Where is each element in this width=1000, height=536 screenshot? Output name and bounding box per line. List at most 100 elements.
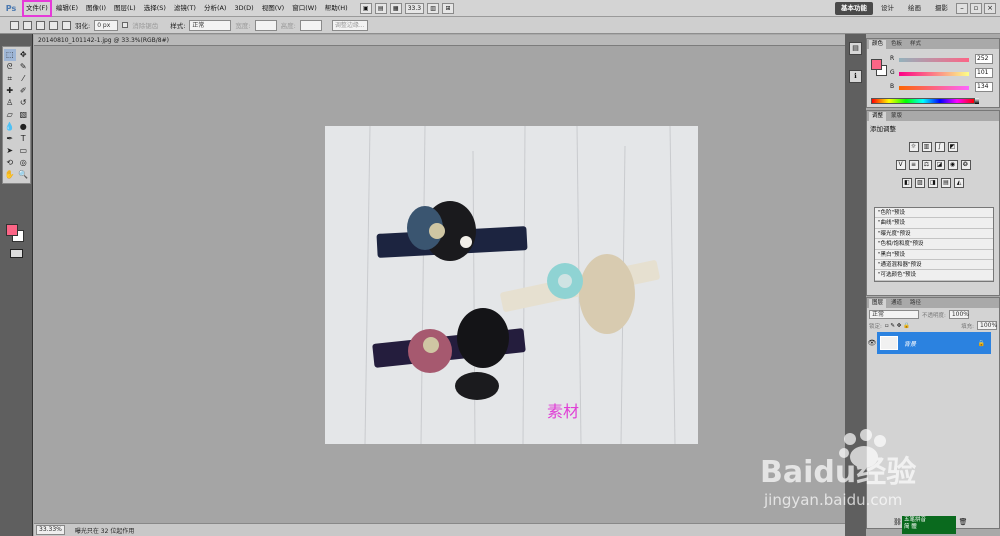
layer-name[interactable]: 背景 [904, 339, 916, 348]
history-panel-icon[interactable]: ▤ [849, 42, 862, 55]
workspace-design[interactable]: 设计 [875, 2, 900, 15]
preset-curves[interactable]: "曲线"预设 [875, 218, 993, 229]
crop-tool-icon[interactable]: ⌗ [4, 73, 16, 85]
minimize-icon[interactable]: – [956, 3, 968, 14]
menu-window[interactable]: 窗口(W) [288, 0, 321, 17]
refine-edge-button[interactable]: 调整边缘... [331, 19, 368, 31]
shape-tool-icon[interactable]: ▭ [17, 145, 29, 157]
lock-icons[interactable]: ▫ ✎ ✥ 🔒 [885, 323, 910, 329]
blend-mode-select[interactable]: 正常 [869, 310, 919, 319]
menu-filter[interactable]: 滤镜(T) [170, 0, 200, 17]
exposure-icon[interactable]: ◩ [947, 142, 958, 152]
tool-preset-icon[interactable] [10, 20, 19, 30]
workspace-essentials[interactable]: 基本功能 [835, 2, 873, 15]
status-zoom[interactable]: 33.33% [36, 525, 65, 535]
layer-row-background[interactable]: 👁 背景 🔒 [867, 332, 991, 354]
tab-channels[interactable]: 通道 [888, 299, 905, 308]
zoom-tool-icon[interactable]: 🔍 [17, 169, 29, 181]
grayscale-ramp[interactable] [975, 98, 979, 104]
type-tool-icon[interactable]: T [17, 133, 29, 145]
info-panel-icon[interactable]: ℹ [849, 70, 862, 83]
menu-select[interactable]: 选择(S) [140, 0, 170, 17]
3d-orbit-icon[interactable]: ◎ [17, 157, 29, 169]
width-input[interactable] [254, 19, 277, 31]
intersect-selection-icon[interactable] [62, 20, 71, 30]
preset-selective-color[interactable]: "可选颜色"预设 [875, 270, 993, 281]
menu-analysis[interactable]: 分析(A) [200, 0, 231, 17]
input-method-bar[interactable]: 五笔拼音 简 體 [902, 516, 956, 534]
bridge-button[interactable]: ▣ [359, 2, 372, 14]
menu-3d[interactable]: 3D(D) [230, 0, 257, 17]
blue-value[interactable]: 134 [975, 82, 993, 92]
photo-filter-icon[interactable]: ◉ [947, 160, 958, 170]
red-slider[interactable]: R 252 [890, 54, 995, 65]
panel-foreground-swatch[interactable] [871, 59, 882, 70]
zoom-level-field[interactable]: 33.3 [404, 2, 425, 14]
fill-input[interactable]: 100% [977, 321, 997, 330]
gradient-tool-icon[interactable]: ▧ [17, 109, 29, 121]
preset-hue-saturation[interactable]: "色相/饱和度"预设 [875, 239, 993, 250]
tab-styles[interactable]: 样式 [907, 40, 924, 49]
levels-icon[interactable]: ▥ [921, 142, 932, 152]
invert-icon[interactable]: ◧ [902, 178, 912, 188]
workspace-photography[interactable]: 摄影 [929, 2, 954, 15]
threshold-icon[interactable]: ◨ [928, 178, 938, 188]
healing-brush-icon[interactable]: ✚ [4, 85, 16, 97]
brush-tool-icon[interactable]: ✐ [17, 85, 29, 97]
brightness-icon[interactable]: ☼ [908, 142, 919, 152]
move-tool-icon[interactable]: ✥ [17, 49, 29, 61]
history-brush-icon[interactable]: ↺ [17, 97, 29, 109]
document-tab[interactable]: 20140810_101142-1.jpg @ 33.3%(RGB/8#) [34, 35, 854, 46]
vibrance-icon[interactable]: V [895, 160, 906, 170]
style-select[interactable]: 正常 [189, 19, 232, 31]
arrange-documents-button[interactable]: ▥ [427, 2, 440, 14]
workspace-painting[interactable]: 绘画 [902, 2, 927, 15]
foreground-color-swatch[interactable] [6, 224, 18, 236]
quick-mask-icon[interactable] [10, 249, 23, 258]
green-slider[interactable]: G 101 [890, 68, 995, 79]
blue-slider[interactable]: B 134 [890, 82, 995, 93]
eyedropper-tool-icon[interactable]: ⁄ [17, 73, 29, 85]
tab-masks[interactable]: 蒙版 [888, 112, 905, 121]
visibility-eye-icon[interactable]: 👁 [867, 332, 877, 354]
restore-icon[interactable]: ▫ [970, 3, 982, 14]
posterize-icon[interactable]: ▨ [915, 178, 925, 188]
menu-layer[interactable]: 图层(L) [110, 0, 140, 17]
add-selection-icon[interactable] [36, 20, 45, 30]
subtract-selection-icon[interactable] [49, 20, 58, 30]
view-extras-button[interactable]: ▦ [389, 2, 402, 14]
tab-paths[interactable]: 路径 [907, 299, 924, 308]
black-white-icon[interactable]: ◪ [934, 160, 945, 170]
color-balance-icon[interactable]: ⚖ [921, 160, 932, 170]
quick-select-tool-icon[interactable]: ✎ [17, 61, 29, 73]
antialias-checkbox[interactable] [122, 22, 129, 28]
gradient-map-icon[interactable]: ▤ [941, 178, 951, 188]
close-icon[interactable]: × [984, 3, 996, 14]
3d-rotate-icon[interactable]: ⟲ [4, 157, 16, 169]
path-select-icon[interactable]: ➤ [4, 145, 16, 157]
hue-saturation-icon[interactable]: ≡ [908, 160, 919, 170]
preset-channel-mixer[interactable]: "通道混和器"预设 [875, 260, 993, 271]
marquee-tool-icon[interactable]: ⬚ [3, 49, 16, 61]
tab-adjustments[interactable]: 调整 [869, 111, 887, 121]
blur-tool-icon[interactable]: 💧 [4, 121, 16, 133]
screen-mode-button[interactable]: ⊞ [442, 2, 455, 14]
curves-icon[interactable]: ∫ [934, 142, 945, 152]
menu-view[interactable]: 视图(V) [258, 0, 289, 17]
menu-help[interactable]: 帮助(H) [321, 0, 352, 17]
lasso-tool-icon[interactable]: ᘓ [4, 61, 16, 73]
preset-black-white[interactable]: "黑白"预设 [875, 250, 993, 260]
color-spectrum[interactable] [871, 98, 975, 104]
selective-color-icon[interactable]: ◭ [954, 178, 964, 188]
mini-bridge-button[interactable]: ▤ [374, 2, 387, 14]
opacity-input[interactable]: 100% [948, 310, 969, 319]
menu-file[interactable]: 文件(F) [22, 0, 52, 17]
preset-exposure[interactable]: "曝光度"预设 [875, 229, 993, 240]
eraser-tool-icon[interactable]: ▱ [4, 109, 16, 121]
red-value[interactable]: 252 [975, 54, 993, 64]
menu-image[interactable]: 图像(I) [82, 0, 110, 17]
green-value[interactable]: 101 [975, 68, 993, 78]
hand-tool-icon[interactable]: ✋ [4, 169, 16, 181]
new-selection-icon[interactable] [23, 20, 32, 30]
tab-layers[interactable]: 图层 [869, 298, 887, 308]
